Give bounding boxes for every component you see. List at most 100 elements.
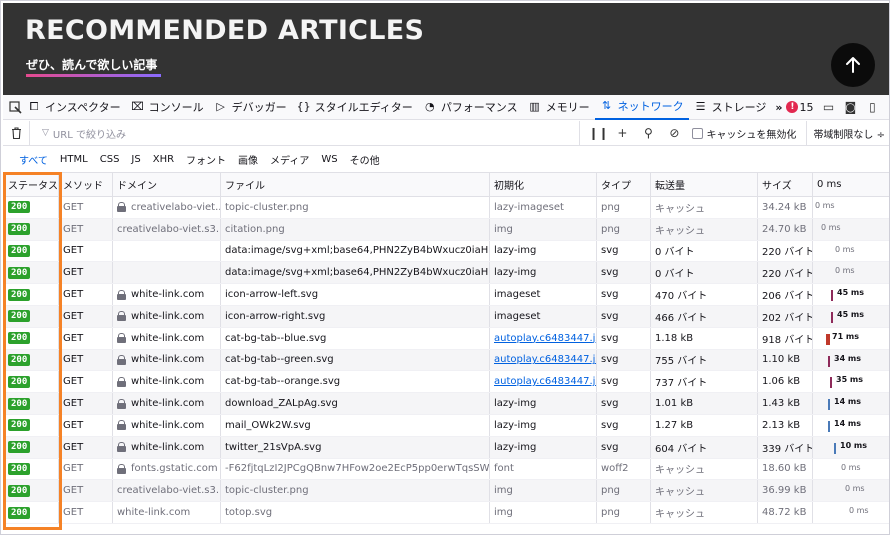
url-filter-input[interactable]: ▽ URL で絞り込み xyxy=(29,120,579,146)
column-transferred[interactable]: 転送量 xyxy=(651,173,758,196)
console-icon: ⌧ xyxy=(131,100,144,113)
type-filter-1[interactable]: HTML xyxy=(54,152,94,167)
tab-label: パフォーマンス xyxy=(440,101,518,114)
table-body: 200 GET creativelabo-viet.... topic-cluster… xyxy=(3,197,889,524)
waterfall-timing: 0 ms xyxy=(835,266,855,276)
transferred-cell-text: キャッシュ xyxy=(655,225,705,237)
domain-text: creativelabo-viet.s3.... xyxy=(117,223,221,235)
transferred-cell-text: キャッシュ xyxy=(655,487,705,499)
element-picker-button[interactable] xyxy=(3,95,22,120)
table-row[interactable]: 200 GET white-link.com totop.svg img png キャッシュ… xyxy=(3,502,889,524)
method-cell-text: GET xyxy=(63,332,84,344)
initiator-text: lazy-img xyxy=(494,419,537,431)
type-filter-9[interactable]: その他 xyxy=(344,150,386,169)
transferred-cell-text: キャッシュ xyxy=(655,203,705,215)
table-row[interactable]: 200 GET white-link.com mail_OWk2W.svg lazy-i… xyxy=(3,414,889,437)
table-row[interactable]: 200 GET fonts.gstatic.com -F62fjtqLzI2JPCgQ… xyxy=(3,458,889,481)
disable-cache-checkbox[interactable]: キャッシュを無効化 xyxy=(692,126,796,141)
status-cell: 200 xyxy=(3,480,59,502)
column-initiator[interactable]: 初期化 xyxy=(490,173,597,196)
domain-cell xyxy=(113,240,221,262)
table-row[interactable]: 200 GET white-link.com twitter_21sVpA.svg la… xyxy=(3,436,889,459)
table-row[interactable]: 200 GET creativelabo-viet.s3.... topic-clus… xyxy=(3,480,889,503)
type-filter-3[interactable]: JS xyxy=(125,152,146,167)
column-status[interactable]: ステータス xyxy=(3,173,59,196)
column-method[interactable]: メソッド xyxy=(59,173,113,196)
table-row[interactable]: 200 GET white-link.com cat-bg-tab--orange.s… xyxy=(3,371,889,394)
column-size[interactable]: サイズ xyxy=(758,173,813,196)
error-indicator[interactable]: ! 15 xyxy=(786,101,813,114)
screenshot-icon[interactable]: ◙ xyxy=(843,100,857,114)
type-filter-6[interactable]: 画像 xyxy=(232,150,264,169)
type-filter-5[interactable]: フォント xyxy=(180,150,232,169)
file-cell: data:image/svg+xml;base64,PHN2ZyB4bWxucz… xyxy=(221,240,490,262)
table-row[interactable]: 200 GET data:image/svg+xml;base64,PHN2ZyB4… xyxy=(3,240,889,263)
method-cell-text: GET xyxy=(63,485,84,497)
tab-storage[interactable]: ☰ ストレージ xyxy=(689,95,772,120)
tab-console[interactable]: ⌧ コンソール xyxy=(126,95,209,120)
column-waterfall[interactable]: 0 ms xyxy=(813,173,889,196)
initiator-text: img xyxy=(494,485,513,497)
tab-memory[interactable]: ▥ メモリー xyxy=(523,95,595,120)
add-request-icon[interactable]: + xyxy=(614,126,630,140)
checkbox-box[interactable] xyxy=(692,127,704,139)
table-row[interactable]: 200 GET creativelabo-viet.s3.... citation.p… xyxy=(3,218,889,241)
more-tools-button[interactable]: » xyxy=(771,95,786,120)
type-cell: svg xyxy=(597,240,651,262)
initiator-link[interactable]: autoplay.c6483447.js... xyxy=(494,376,596,387)
domain-text: white-link.com xyxy=(131,310,205,322)
file-cell-text: data:image/svg+xml;base64,PHN2ZyB4bWxucz… xyxy=(225,245,489,257)
domain-text: white-link.com xyxy=(131,332,205,344)
type-filter-0[interactable]: すべて xyxy=(13,150,54,169)
size-cell-text: 206 バイト xyxy=(762,291,813,303)
pause-icon[interactable]: ❙❙ xyxy=(588,126,608,140)
status-cell: 200 xyxy=(3,502,59,523)
waterfall-timing: 45 ms xyxy=(837,288,865,298)
type-filter-8[interactable]: WS xyxy=(315,152,343,167)
table-row[interactable]: 200 GET data:image/svg+xml;base64,PHN2ZyB4… xyxy=(3,262,889,285)
table-row[interactable]: 200 GET white-link.com cat-bg-tab--blue.svg… xyxy=(3,327,889,350)
scroll-to-top-button[interactable] xyxy=(831,43,875,87)
type-filter-2[interactable]: CSS xyxy=(94,152,126,167)
throttling-select[interactable]: 帯域制限なし ÷ xyxy=(806,120,885,146)
status-badge: 200 xyxy=(8,462,31,475)
file-cell: icon-arrow-right.svg xyxy=(221,305,490,327)
table-row[interactable]: 200 GET white-link.com cat-bg-tab--green.sv… xyxy=(3,349,889,372)
search-icon[interactable]: ⚲ xyxy=(640,126,656,140)
block-icon[interactable]: ⊘ xyxy=(666,126,682,140)
tab-label: デバッガー xyxy=(231,101,287,114)
method-cell: GET xyxy=(59,197,113,218)
type-filter-7[interactable]: メディア xyxy=(264,150,315,169)
lock-icon xyxy=(117,333,126,344)
domain-cell: creativelabo-viet.... xyxy=(113,197,221,218)
tab-style-editor[interactable]: {} スタイルエディター xyxy=(292,95,418,120)
domain-cell: white-link.com xyxy=(113,349,221,371)
dock-toggle-icon[interactable]: ▯ xyxy=(865,100,879,114)
type-cell: svg xyxy=(597,371,651,393)
tab-debugger[interactable]: ▷ デバッガー xyxy=(209,95,292,120)
initiator-link[interactable]: autoplay.c6483447.js... xyxy=(494,354,596,365)
column-domain[interactable]: ドメイン xyxy=(113,173,221,196)
error-icon: ! xyxy=(786,101,799,113)
table-row[interactable]: 200 GET white-link.com download_ZALpAg.svg l… xyxy=(3,393,889,415)
tab-network[interactable]: ⇅ ネットワーク xyxy=(594,95,689,120)
column-type[interactable]: タイプ xyxy=(597,173,651,196)
type-filter-4[interactable]: XHR xyxy=(147,152,180,167)
initiator-link[interactable]: autoplay.c6483447.js... xyxy=(494,333,596,344)
method-cell: GET xyxy=(59,349,113,371)
lock-icon xyxy=(117,202,126,213)
transferred-cell: キャッシュ xyxy=(651,197,758,218)
column-file[interactable]: ファイル xyxy=(221,173,490,196)
tab-inspector[interactable]: ⧠ インスペクター xyxy=(22,95,126,120)
initiator-cell: lazy-img xyxy=(490,393,597,414)
clear-button[interactable] xyxy=(3,127,29,139)
tab-performance[interactable]: ◔ パフォーマンス xyxy=(418,95,523,120)
table-row[interactable]: 200 GET white-link.com icon-arrow-left.svg i… xyxy=(3,284,889,306)
status-cell: 200 xyxy=(3,414,59,436)
table-row[interactable]: 200 GET creativelabo-viet.... topic-cluster… xyxy=(3,197,889,219)
lock-icon xyxy=(117,463,126,474)
network-filter-bar: ▽ URL で絞り込み ❙❙ + ⚲ ⊘ キャッシュを無効化 帯域制限なし ÷ xyxy=(3,120,889,146)
table-row[interactable]: 200 GET white-link.com icon-arrow-right.svg… xyxy=(3,305,889,328)
transferred-cell: 470 バイト xyxy=(651,284,758,305)
rulers-icon[interactable]: ▭ xyxy=(821,100,835,114)
